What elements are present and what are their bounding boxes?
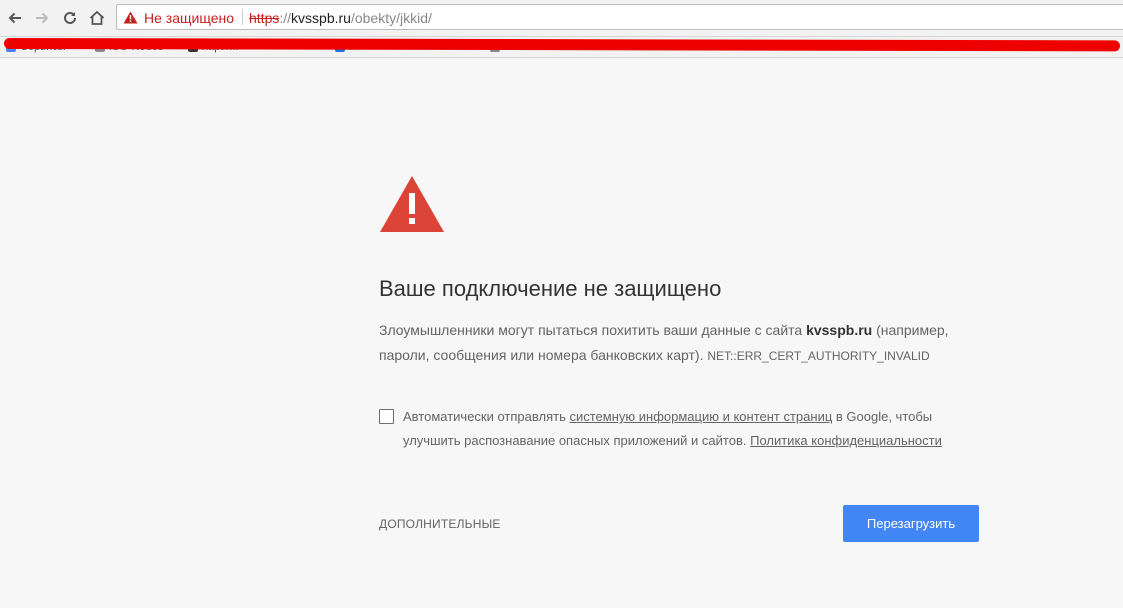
omnibox-divider	[242, 9, 243, 25]
home-icon	[89, 10, 105, 25]
url-scheme: https	[249, 10, 280, 26]
explanation-prefix: Злоумышленники могут пытаться похитить в…	[379, 322, 807, 338]
home-button[interactable]	[85, 6, 109, 30]
error-code[interactable]: NET::ERR_CERT_AUTHORITY_INVALID	[707, 349, 929, 363]
send-report-label: Автоматически отправлять системную инфор…	[403, 405, 973, 453]
forward-button[interactable]	[30, 6, 54, 30]
system-info-link[interactable]: системную информацию и контент страниц	[569, 409, 832, 424]
privacy-policy-link[interactable]: Политика конфиденциальности	[750, 433, 942, 448]
page-title: Ваше подключение не защищено	[379, 276, 722, 301]
url-text[interactable]: https://kvsspb.ru/obekty/jkkid/	[249, 10, 432, 26]
details-button[interactable]: ДОПОЛНИТЕЛЬНЫЕ	[379, 517, 501, 531]
browser-toolbar: Не защищено https://kvsspb.ru/obekty/jkk…	[0, 0, 1123, 37]
url-path: /obekty/jkkid/	[350, 10, 432, 26]
forward-arrow-icon	[36, 12, 49, 24]
explanation-host: kvsspb.ru	[806, 322, 873, 338]
back-arrow-icon	[8, 12, 21, 24]
reload-icon	[64, 11, 76, 24]
address-bar[interactable]: Не защищено https://kvsspb.ru/obekty/jkk…	[116, 4, 1123, 30]
url-separator: ://	[279, 10, 292, 26]
send-report-checkbox[interactable]	[379, 409, 394, 424]
warning-triangle-icon	[380, 176, 444, 232]
explanation-paragraph: Злоумышленники могут пытаться похитить в…	[379, 318, 989, 369]
redaction-bar	[3, 38, 1121, 52]
reload-page-button[interactable]	[58, 6, 82, 30]
back-button[interactable]	[3, 6, 27, 30]
reload-button[interactable]: Перезагрузить	[843, 505, 979, 542]
optin-text-1: Автоматически отправлять	[403, 409, 570, 424]
url-host: kvsspb.ru	[291, 10, 351, 26]
security-status-label[interactable]: Не защищено	[144, 10, 234, 26]
warning-triangle-icon	[123, 11, 138, 24]
